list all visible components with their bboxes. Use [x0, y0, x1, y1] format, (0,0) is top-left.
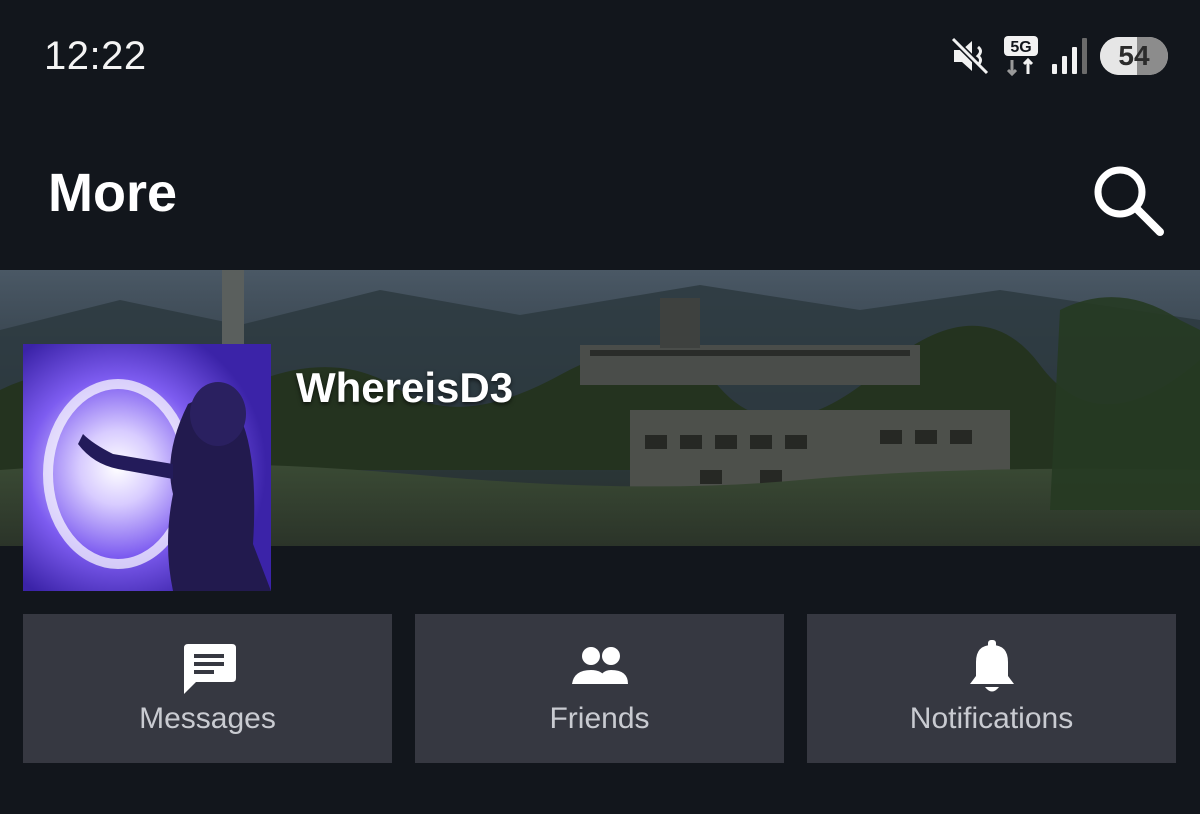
messages-button[interactable]: Messages	[23, 614, 392, 763]
network-label: 5G	[1010, 39, 1031, 56]
username: WhereisD3	[296, 364, 514, 411]
app-header: More	[0, 112, 1200, 270]
bell-icon	[969, 640, 1014, 692]
page-title: More	[48, 163, 178, 223]
search-button[interactable]	[1086, 158, 1170, 242]
notifications-button[interactable]: Notifications	[807, 614, 1176, 763]
5g-data-icon: 5G	[1004, 36, 1038, 77]
avatar-image	[23, 344, 271, 591]
friends-label: Friends	[549, 702, 650, 735]
search-icon	[1094, 166, 1164, 236]
notifications-label: Notifications	[909, 702, 1074, 735]
message-icon	[183, 644, 236, 694]
status-icons: 5G 54	[950, 34, 1168, 78]
battery-icon: 54	[1100, 37, 1168, 75]
status-time: 12:22	[44, 34, 147, 78]
signal-icon	[1052, 38, 1087, 74]
friends-icon	[571, 647, 628, 684]
status-bar: 12:22 5G 54	[0, 0, 1200, 112]
mute-icon	[950, 36, 990, 76]
messages-label: Messages	[139, 702, 276, 735]
friends-button[interactable]: Friends	[415, 614, 784, 763]
battery-level: 54	[1118, 40, 1150, 71]
avatar[interactable]	[23, 344, 271, 591]
